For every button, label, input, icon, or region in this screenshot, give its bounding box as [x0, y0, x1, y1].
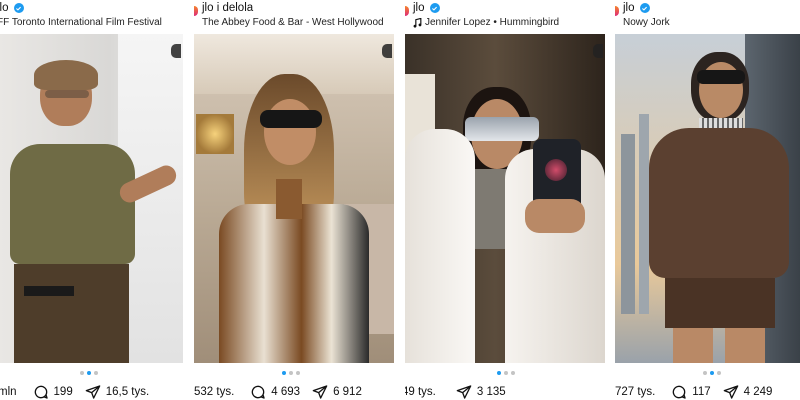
verified-badge-icon: [13, 3, 24, 13]
likes-value: 727 tys.: [615, 386, 656, 398]
audio-tag[interactable]: Jennifer Lopez • Hummingbird: [413, 17, 559, 28]
comment-bubble-icon: [672, 385, 686, 399]
post-card-1: jlo FF Toronto International Film Festiv…: [0, 0, 183, 400]
comment-bubble-icon: [251, 385, 265, 399]
carousel-indicator: [703, 371, 721, 375]
share-button[interactable]: 4 249: [723, 384, 773, 400]
likes-count[interactable]: 727 tys.: [615, 386, 655, 398]
carousel-dot: [289, 371, 293, 375]
carousel-dot: [94, 371, 98, 375]
shares-count: 3 135: [476, 386, 506, 398]
more-options-icon[interactable]: [382, 44, 392, 58]
post-header: jlo FF Toronto International Film Festiv…: [0, 0, 183, 34]
music-note-icon: [413, 17, 422, 28]
likes-value: mln: [0, 386, 17, 398]
post-card-4: jlo Nowy Jork 727 tys. 117 4 249: [615, 0, 800, 400]
location-text[interactable]: Nowy Jork: [623, 17, 670, 28]
comment-bubble-icon: [34, 385, 48, 399]
comments-count: 117: [692, 386, 711, 398]
carousel-indicator: [80, 371, 98, 375]
carousel-dot: [296, 371, 300, 375]
paper-plane-share-icon: [312, 385, 328, 399]
carousel-dot: [703, 371, 707, 375]
user-row[interactable]: jlo i delola: [202, 2, 253, 14]
post-header: jlo i delola The Abbey Food & Bar - West…: [194, 0, 394, 34]
post-actions: mln 199 16,5 tys.: [0, 384, 149, 400]
location-tag[interactable]: FF Toronto International Film Festival: [0, 17, 162, 28]
username[interactable]: jlo: [0, 2, 9, 14]
post-actions: 532 tys. 4 693 6 912: [194, 384, 362, 400]
likes-count[interactable]: 49 tys.: [405, 386, 436, 398]
likes-count[interactable]: 532 tys.: [194, 386, 234, 398]
comment-button[interactable]: 117: [671, 384, 711, 400]
audio-text[interactable]: Jennifer Lopez • Hummingbird: [425, 17, 559, 28]
verified-badge-icon: [429, 3, 440, 13]
likes-value: 532 tys.: [194, 386, 235, 398]
carousel-dot-active: [282, 371, 286, 375]
verified-badge-icon: [639, 3, 650, 13]
username[interactable]: jlo i delola: [202, 2, 253, 14]
carousel-indicator: [497, 371, 515, 375]
username[interactable]: jlo: [623, 2, 635, 14]
comments-count: 4 693: [271, 386, 301, 398]
likes-value: 49 tys.: [405, 386, 436, 398]
location-tag[interactable]: The Abbey Food & Bar - West Hollywood: [202, 17, 384, 28]
share-button[interactable]: 16,5 tys.: [85, 384, 149, 400]
carousel-dot: [504, 371, 508, 375]
shares-count: 4 249: [743, 386, 773, 398]
carousel-dot-active: [710, 371, 714, 375]
post-header: jlo Nowy Jork: [615, 0, 800, 34]
carousel-dot: [80, 371, 84, 375]
carousel-dot: [511, 371, 515, 375]
comment-button[interactable]: 4 693: [250, 384, 300, 400]
user-row[interactable]: jlo: [413, 2, 440, 14]
post-card-3: jlo Jennifer Lopez • Hummingbird 49 tys.…: [405, 0, 605, 400]
post-photo[interactable]: [194, 34, 394, 363]
post-card-2: jlo i delola The Abbey Food & Bar - West…: [194, 0, 394, 400]
shares-count: 6 912: [333, 386, 362, 398]
post-photo[interactable]: [405, 34, 605, 363]
location-text[interactable]: FF Toronto International Film Festival: [0, 17, 162, 28]
carousel-indicator: [282, 371, 300, 375]
user-row[interactable]: jlo: [0, 2, 24, 14]
paper-plane-share-icon: [85, 385, 101, 399]
comments-count: 199: [53, 386, 73, 398]
username[interactable]: jlo: [413, 2, 425, 14]
post-header: jlo Jennifer Lopez • Hummingbird: [405, 0, 605, 34]
carousel-dot-active: [497, 371, 501, 375]
paper-plane-share-icon: [456, 385, 472, 399]
share-button[interactable]: 6 912: [312, 384, 362, 400]
location-text[interactable]: The Abbey Food & Bar - West Hollywood: [202, 17, 384, 28]
shares-count: 16,5 tys.: [105, 386, 150, 398]
more-options-icon[interactable]: [593, 44, 603, 58]
more-options-icon[interactable]: [171, 44, 181, 58]
carousel-dot-active: [87, 371, 91, 375]
likes-count[interactable]: mln: [0, 386, 17, 398]
carousel-dot: [717, 371, 721, 375]
location-tag[interactable]: Nowy Jork: [623, 17, 670, 28]
user-row[interactable]: jlo: [623, 2, 650, 14]
comment-button[interactable]: 199: [33, 384, 73, 400]
share-button[interactable]: 3 135: [456, 384, 506, 400]
post-photo[interactable]: [0, 34, 183, 363]
post-photo[interactable]: [615, 34, 800, 363]
paper-plane-share-icon: [723, 385, 738, 399]
post-actions: 727 tys. 117 4 249: [615, 384, 772, 400]
post-actions: 49 tys. 3 135: [405, 384, 506, 400]
